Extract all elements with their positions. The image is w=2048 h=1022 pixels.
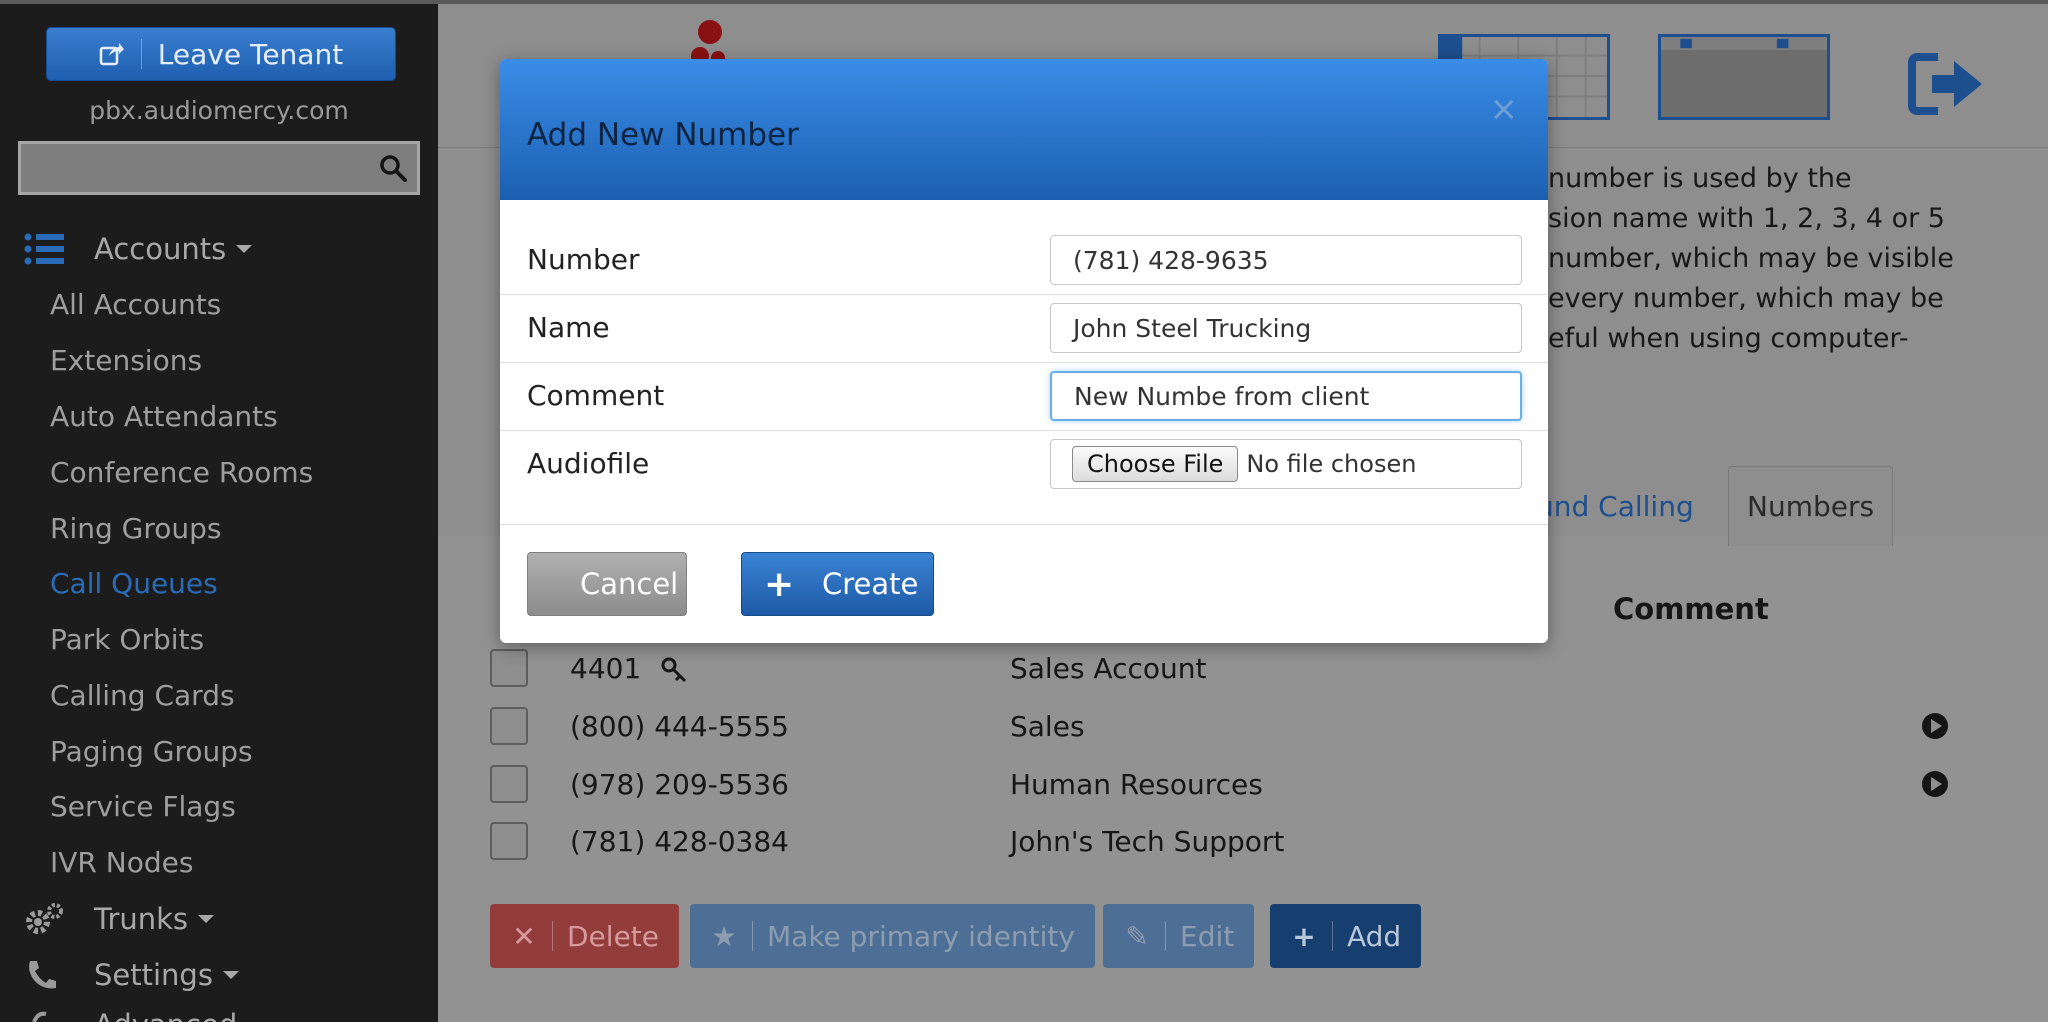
star-icon: ★: [711, 919, 737, 953]
share-icon: [99, 43, 124, 66]
row-name: Sales: [1010, 709, 1085, 743]
trunks-menu-toggle[interactable]: Trunks: [0, 902, 215, 936]
close-icon: ✕: [512, 919, 536, 953]
tab-numbers[interactable]: Numbers: [1728, 466, 1894, 546]
accounts-menu-toggle[interactable]: Accounts: [0, 232, 253, 266]
phone-icon: [29, 961, 56, 989]
table-row: 4401 Sales Account: [490, 640, 1990, 696]
layout-thumbnail-panel[interactable]: [1658, 34, 1830, 120]
sidebar-item-park-orbits[interactable]: Park Orbits: [50, 623, 204, 656]
no-file-text: No file chosen: [1246, 450, 1417, 478]
dialog-header: Add New Number ×: [500, 59, 1548, 200]
row-number: (978) 209-5536: [570, 767, 789, 801]
play-icon[interactable]: [1922, 771, 1948, 797]
row-name: Human Resources: [1010, 767, 1263, 801]
sidebar: Leave Tenant pbx.audiomercy.com Accounts…: [0, 0, 438, 1022]
tenant-domain: pbx.audiomercy.com: [89, 96, 349, 125]
row-checkbox[interactable]: [490, 649, 528, 687]
number-input[interactable]: (781) 428-9635: [1050, 235, 1522, 285]
row-number: 4401: [570, 652, 688, 685]
plus-icon: +: [1292, 919, 1316, 953]
settings-menu-toggle[interactable]: Settings: [0, 958, 239, 992]
number-field-row: Number (781) 428-9635: [500, 227, 1548, 295]
advanced-header: Advanced: [94, 1008, 237, 1022]
choose-file-button[interactable]: Choose File: [1072, 446, 1239, 482]
name-field-row: Name John Steel Trucking: [500, 295, 1548, 363]
play-icon[interactable]: [1922, 713, 1948, 739]
sidebar-item-ring-groups[interactable]: Ring Groups: [50, 512, 222, 545]
row-checkbox[interactable]: [490, 765, 528, 803]
pencil-icon: ✎: [1125, 919, 1149, 953]
accounts-header: Accounts: [94, 232, 227, 266]
sidebar-item-auto-attendants[interactable]: Auto Attendants: [50, 400, 278, 433]
chevron-down-icon: [198, 915, 215, 923]
comment-label: Comment: [527, 379, 665, 412]
make-primary-identity-button[interactable]: ★ Make primary identity: [690, 904, 1095, 968]
leave-tenant-button[interactable]: Leave Tenant: [46, 27, 396, 81]
advanced-icon: [32, 1011, 47, 1022]
row-name: Sales Account: [1010, 651, 1207, 685]
logout-icon[interactable]: [1908, 49, 1988, 119]
sidebar-item-service-flags[interactable]: Service Flags: [50, 790, 236, 823]
row-number: (800) 444-5555: [570, 709, 789, 743]
create-button[interactable]: + Create: [741, 552, 934, 616]
add-button[interactable]: + Add: [1270, 904, 1422, 968]
row-number: (781) 428-0384: [570, 824, 789, 858]
trunks-header: Trunks: [94, 902, 189, 936]
leave-tenant-label: Leave Tenant: [157, 37, 344, 71]
list-icon: [24, 233, 64, 265]
key-icon: [661, 657, 687, 682]
comment-input[interactable]: New Numbe from client: [1050, 371, 1522, 421]
table-row: (781) 428-0384 John's Tech Support: [490, 813, 1990, 869]
name-input[interactable]: John Steel Trucking: [1050, 303, 1522, 353]
comment-field-row: Comment New Numbe from client: [500, 363, 1548, 431]
page-description: number is used by the sion name with 1, …: [1548, 163, 1954, 354]
name-label: Name: [527, 311, 610, 344]
plus-icon: +: [764, 563, 795, 605]
gears-icon: [26, 903, 63, 934]
audiofile-field-row: Audiofile Choose File No file chosen: [500, 431, 1548, 499]
close-icon[interactable]: ×: [1490, 89, 1519, 129]
cancel-button[interactable]: Cancel: [527, 552, 687, 616]
sidebar-item-ivr-nodes[interactable]: IVR Nodes: [50, 846, 193, 879]
table-row: (978) 209-5536 Human Resources: [490, 756, 1990, 812]
sidebar-item-paging-groups[interactable]: Paging Groups: [50, 735, 253, 768]
sidebar-item-extensions[interactable]: Extensions: [50, 344, 202, 377]
sidebar-item-all-accounts[interactable]: All Accounts: [50, 288, 221, 321]
sidebar-search-input[interactable]: [18, 141, 420, 195]
delete-button[interactable]: ✕ Delete: [490, 904, 679, 968]
add-number-dialog: Add New Number × Number (781) 428-9635 N…: [500, 59, 1548, 643]
sidebar-item-calling-cards[interactable]: Calling Cards: [50, 679, 235, 712]
sidebar-item-call-queues[interactable]: Call Queues: [50, 567, 218, 600]
search-icon[interactable]: [379, 154, 407, 182]
number-label: Number: [527, 243, 640, 276]
chevron-down-icon: [236, 245, 253, 253]
dialog-title: Add New Number: [527, 117, 799, 153]
row-checkbox[interactable]: [490, 707, 528, 745]
chevron-down-icon: [222, 971, 239, 979]
audiofile-label: Audiofile: [527, 447, 650, 480]
row-name: John's Tech Support: [1010, 824, 1285, 858]
edit-button[interactable]: ✎ Edit: [1103, 904, 1255, 968]
audiofile-input: Choose File No file chosen: [1050, 439, 1522, 489]
table-row: (800) 444-5555 Sales: [490, 698, 1990, 754]
advanced-menu-toggle[interactable]: Advanced: [0, 1008, 237, 1022]
comment-column-header: Comment: [1613, 592, 1769, 626]
sidebar-item-conference-rooms[interactable]: Conference Rooms: [50, 456, 313, 489]
settings-header: Settings: [94, 958, 213, 992]
row-checkbox[interactable]: [490, 822, 528, 860]
